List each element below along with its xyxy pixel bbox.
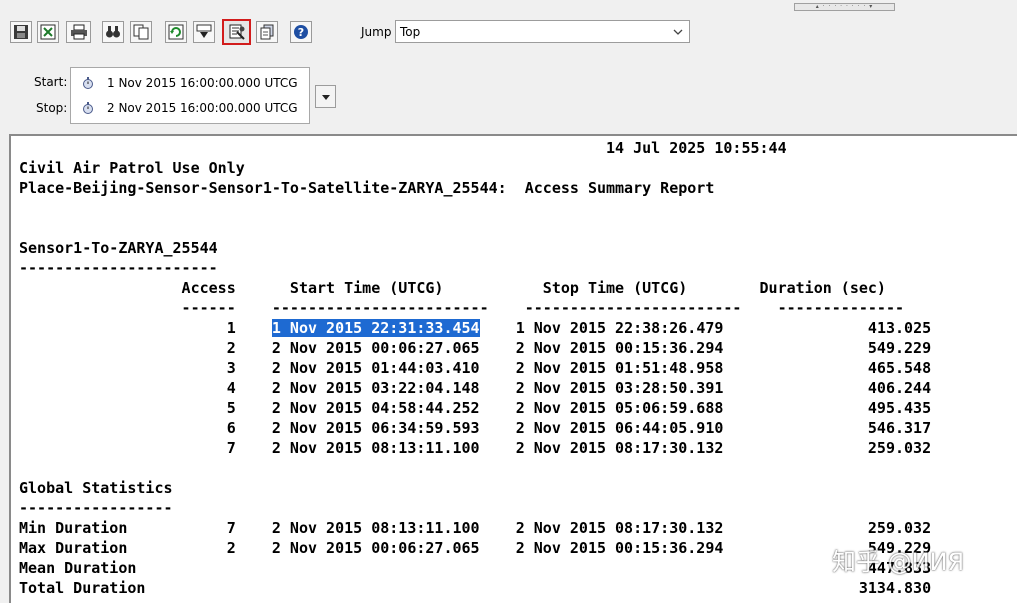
global-stats-title: Global Statistics	[19, 479, 173, 497]
properties-icon	[260, 24, 274, 40]
stop-time-value: 2 Nov 2015 16:00:00.000 UTCG	[107, 101, 298, 115]
properties-button[interactable]	[256, 21, 278, 43]
watermark: 知乎 @ИИЯ	[832, 548, 965, 576]
report-date: 14 Jul 2025 10:55:44	[19, 139, 787, 157]
table-row: 3 2 Nov 2015 01:44:03.410 2 Nov 2015 01:…	[19, 359, 932, 377]
stopwatch-icon	[83, 77, 93, 89]
report-classification: Civil Air Patrol Use Only	[19, 159, 245, 177]
find-icon	[106, 26, 120, 38]
table-header-rule: ------ ------------------------ --------…	[19, 299, 905, 317]
table-row: 1 1 Nov 2015 22:31:33.454 1 Nov 2015 22:…	[19, 318, 931, 338]
stats-row: Mean Duration 447.833	[19, 559, 932, 577]
svg-text:?: ?	[298, 26, 304, 39]
report-text-area[interactable]: 14 Jul 2025 10:55:44 Civil Air Patrol Us…	[9, 134, 1017, 603]
global-stats-rule: -----------------	[19, 499, 173, 517]
report-style-icon	[229, 24, 245, 40]
table-row: 4 2 Nov 2015 03:22:04.148 2 Nov 2015 03:…	[19, 379, 932, 397]
triangle-down-icon	[321, 94, 330, 100]
toolbar-grip[interactable]: ▴ · · · · · · · · ▾	[794, 3, 895, 11]
print-button[interactable]	[66, 21, 91, 43]
export-excel-button[interactable]	[37, 21, 59, 43]
table-row: 5 2 Nov 2015 04:58:44.252 2 Nov 2015 05:…	[19, 399, 932, 417]
report-style-button[interactable]	[222, 19, 251, 45]
start-time-value: 1 Nov 2015 16:00:00.000 UTCG	[107, 76, 298, 90]
export-excel-icon	[40, 24, 56, 40]
section-title: Sensor1-To-ZARYA_25544	[19, 239, 218, 257]
table-row: 6 2 Nov 2015 06:34:59.593 2 Nov 2015 06:…	[19, 419, 932, 437]
start-label: Start:	[34, 75, 68, 89]
help-icon: ?	[294, 25, 308, 39]
toolbar: ▴ · · · · · · · · ▾ ? Jump Top	[0, 0, 1017, 60]
find-button[interactable]	[102, 21, 124, 43]
help-button[interactable]: ?	[290, 21, 312, 43]
table-row: 2 2 Nov 2015 00:06:27.065 2 Nov 2015 00:…	[19, 339, 932, 357]
table-header: Access Start Time (UTCG) Stop Time (UTCG…	[19, 279, 886, 297]
download-icon	[196, 24, 212, 38]
stats-row: Min Duration 7 2 Nov 2015 08:13:11.100 2…	[19, 519, 932, 537]
chevron-down-icon	[673, 29, 683, 35]
save-button[interactable]	[10, 21, 32, 43]
jump-select-value: Top	[400, 25, 421, 39]
time-interval-box: 1 Nov 2015 16:00:00.000 UTCG 2 Nov 2015 …	[70, 67, 310, 124]
save-icon	[14, 25, 28, 39]
stopwatch-icon	[83, 102, 93, 114]
refresh-button[interactable]	[165, 21, 187, 43]
stop-time-field[interactable]: 2 Nov 2015 16:00:00.000 UTCG	[81, 99, 298, 117]
row-lead: 1	[19, 319, 272, 337]
stop-label: Stop:	[36, 101, 68, 115]
download-button[interactable]	[193, 21, 215, 43]
stats-row: Total Duration 3134.830	[19, 579, 932, 597]
start-time-field[interactable]: 1 Nov 2015 16:00:00.000 UTCG	[81, 74, 298, 92]
section-rule: ----------------------	[19, 259, 218, 277]
jump-label: Jump	[361, 25, 392, 39]
time-interval-dropdown[interactable]	[315, 85, 336, 108]
row-tail: 1 Nov 2015 22:38:26.479 413.025	[479, 319, 932, 337]
copy-button[interactable]	[130, 21, 152, 43]
stats-row: Max Duration 2 2 Nov 2015 00:06:27.065 2…	[19, 539, 932, 557]
refresh-icon	[168, 24, 184, 40]
jump-select[interactable]: Top	[395, 20, 690, 43]
copy-icon	[133, 24, 149, 40]
table-row: 7 2 Nov 2015 08:13:11.100 2 Nov 2015 08:…	[19, 439, 932, 457]
selected-start-time[interactable]: 1 Nov 2015 22:31:33.454	[271, 319, 480, 337]
report-title: Place-Beijing-Sensor-Sensor1-To-Satellit…	[19, 179, 715, 197]
print-icon	[70, 24, 87, 40]
